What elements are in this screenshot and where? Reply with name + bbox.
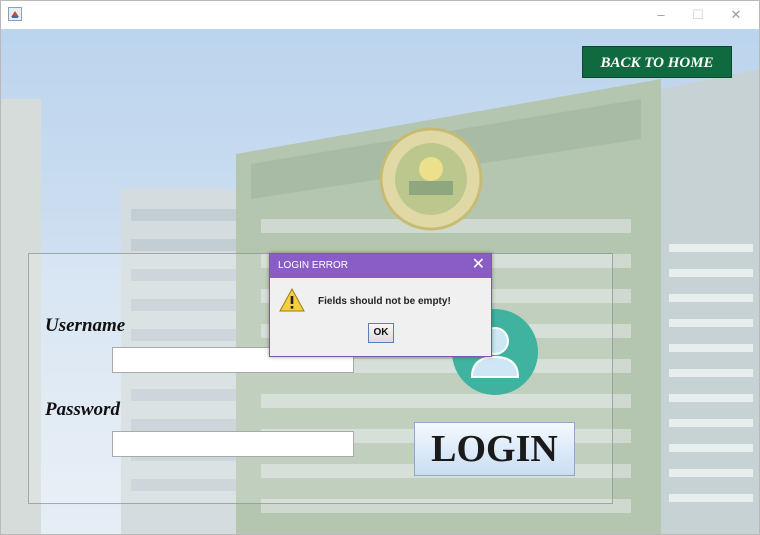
login-error-dialog: LOGIN ERROR ✕ Fields should not be empty… bbox=[269, 253, 492, 357]
dialog-title-bar: LOGIN ERROR ✕ bbox=[270, 254, 491, 278]
warning-icon bbox=[279, 288, 305, 312]
minimize-button[interactable]: – bbox=[646, 4, 676, 26]
dialog-message: Fields should not be empty! bbox=[318, 296, 451, 307]
password-label: Password bbox=[45, 399, 120, 420]
dialog-title: LOGIN ERROR bbox=[278, 260, 349, 271]
app-window: – ☐ ✕ BACK TO HOME Username Password LOG… bbox=[0, 0, 760, 535]
login-button[interactable]: LOGIN bbox=[414, 422, 575, 476]
username-label: Username bbox=[45, 315, 126, 336]
title-bar: – ☐ ✕ bbox=[1, 1, 759, 29]
password-input[interactable] bbox=[112, 431, 354, 457]
dialog-close-icon[interactable]: ✕ bbox=[472, 256, 485, 274]
back-to-home-button[interactable]: BACK TO HOME bbox=[582, 46, 732, 78]
maximize-button[interactable]: ☐ bbox=[683, 4, 713, 26]
main-content: BACK TO HOME Username Password LOGIN LOG… bbox=[1, 29, 759, 534]
ok-button[interactable]: OK bbox=[368, 323, 394, 343]
java-app-icon bbox=[8, 7, 22, 21]
close-button[interactable]: ✕ bbox=[721, 4, 751, 26]
